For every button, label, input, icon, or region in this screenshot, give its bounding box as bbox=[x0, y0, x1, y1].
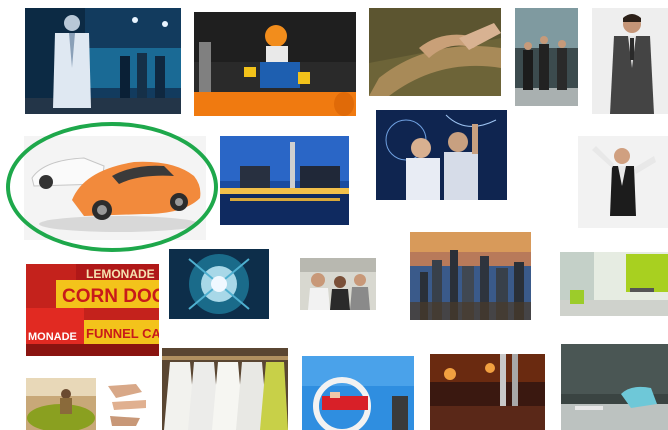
tile-businessman-portrait[interactable] bbox=[592, 8, 668, 114]
tile-sports-cars[interactable] bbox=[24, 136, 206, 240]
green-office-image bbox=[560, 252, 668, 316]
glass-tower-image bbox=[169, 249, 269, 319]
tile-business-people-walking[interactable] bbox=[515, 8, 578, 106]
tile-glass-tower[interactable] bbox=[169, 249, 269, 319]
power-plant-image bbox=[220, 136, 349, 225]
celebrating-man-image bbox=[578, 136, 668, 228]
tile-white-shirts[interactable] bbox=[162, 348, 288, 430]
plumber-image bbox=[194, 12, 356, 116]
tile-celebrating-businessman[interactable] bbox=[578, 136, 668, 228]
city-skyline-image bbox=[410, 232, 531, 320]
tile-carnival-signs[interactable]: LEMONADE CORN DOGS MONADE FUNNEL CAK bbox=[26, 264, 159, 356]
tile-clothing-store[interactable] bbox=[25, 8, 181, 114]
tile-bar-interior[interactable] bbox=[430, 354, 545, 430]
fruit-market-image bbox=[26, 378, 96, 430]
carnival-signs-image: LEMONADE CORN DOGS MONADE FUNNEL CAK bbox=[26, 264, 159, 356]
tile-fruit-market[interactable] bbox=[26, 378, 96, 430]
tile-modern-office-green[interactable] bbox=[560, 252, 668, 316]
roller-coaster-image bbox=[302, 356, 414, 430]
woodwork-image bbox=[369, 8, 501, 96]
tile-hands-chisel[interactable] bbox=[369, 8, 501, 96]
tile-chaise-lounge[interactable] bbox=[561, 344, 668, 430]
tile-handshake[interactable] bbox=[106, 378, 150, 430]
sign-funnel-cake: FUNNEL CAK bbox=[86, 326, 159, 341]
businessman-image bbox=[592, 8, 668, 114]
white-shirts-image bbox=[162, 348, 288, 430]
sign-lemonade-bottom: MONADE bbox=[28, 331, 77, 343]
tile-office-team[interactable] bbox=[300, 258, 376, 310]
sign-lemonade-top: LEMONADE bbox=[86, 267, 155, 281]
office-team-image bbox=[300, 258, 376, 310]
scientists-image bbox=[376, 110, 507, 200]
tile-roller-coaster[interactable] bbox=[302, 356, 414, 430]
tile-scientists-pointing[interactable] bbox=[376, 110, 507, 200]
sports-cars-image bbox=[24, 136, 206, 240]
bar-interior-image bbox=[430, 354, 545, 430]
handshake-image bbox=[106, 378, 150, 430]
tile-plumber[interactable] bbox=[194, 12, 356, 116]
tile-city-skyline[interactable] bbox=[410, 232, 531, 320]
business-walk-image bbox=[515, 8, 578, 106]
clothing-store-image bbox=[25, 8, 181, 114]
lounge-room-image bbox=[561, 344, 668, 430]
tile-power-plant-night[interactable] bbox=[220, 136, 349, 225]
sign-corn-dogs: CORN DOGS bbox=[62, 286, 159, 307]
